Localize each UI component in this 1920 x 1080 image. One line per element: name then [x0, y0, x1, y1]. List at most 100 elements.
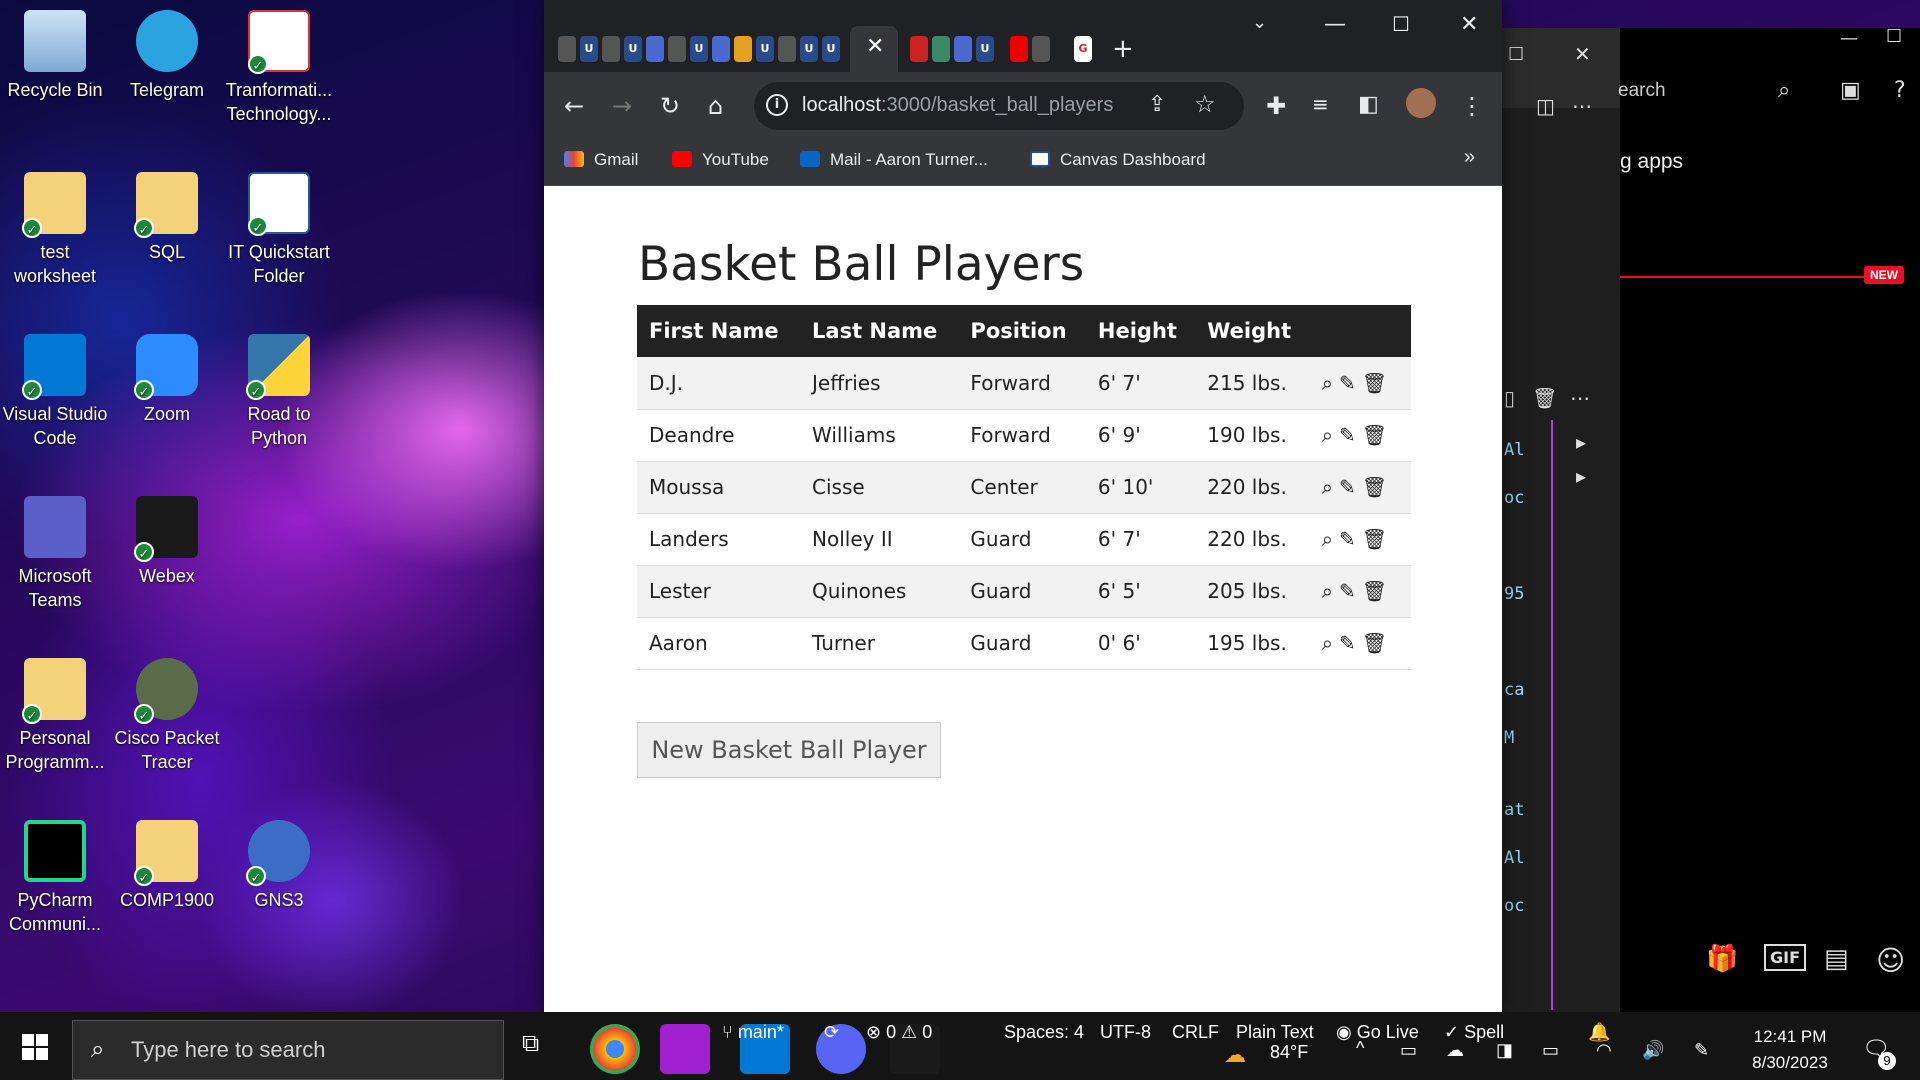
side-panel-icon[interactable]: ◧	[1358, 92, 1379, 117]
sync-icon[interactable]: ⟳	[824, 1022, 839, 1043]
delete-icon[interactable]: 🗑	[1362, 527, 1387, 551]
encoding-status[interactable]: UTF-8	[1100, 1022, 1151, 1043]
wifi-icon[interactable]: ◠	[1596, 1040, 1612, 1061]
show-icon[interactable]: ⌕	[1322, 475, 1333, 499]
desktop-icon-packet-tracer[interactable]: ✓ Cisco Packet Tracer	[112, 658, 222, 774]
weather-icon[interactable]: ☁	[1224, 1042, 1246, 1068]
tab[interactable]	[954, 36, 972, 62]
edit-icon[interactable]: ✎	[1339, 527, 1356, 551]
edit-icon[interactable]: ✎	[1339, 579, 1356, 603]
extensions-icon[interactable]: ✚	[1266, 92, 1286, 120]
desktop-icon-comp1900[interactable]: ✓ COMP1900	[112, 820, 222, 912]
problems-status[interactable]: ⊗ 0 ⚠ 0	[866, 1022, 932, 1043]
gift-icon[interactable]: 🎁	[1706, 944, 1738, 974]
desktop-icon-personal-programming[interactable]: ✓ Personal Programm...	[0, 658, 110, 774]
tab[interactable]	[602, 36, 620, 62]
search-icon[interactable]: ⌕	[1778, 78, 1790, 103]
close-tab-icon[interactable]: ✕	[866, 34, 884, 59]
file-explorer-taskbar-icon[interactable]	[660, 1024, 710, 1074]
battery-icon[interactable]: ▭	[1542, 1040, 1559, 1061]
task-view-icon[interactable]: ⧉	[522, 1030, 539, 1058]
tab[interactable]: U	[976, 36, 994, 62]
close-button[interactable]: ✕	[1460, 12, 1478, 37]
minimize-icon[interactable]: —	[1840, 28, 1858, 49]
share-icon[interactable]: ⇪	[1148, 92, 1166, 117]
close-icon[interactable]: ✕	[1574, 42, 1591, 66]
delete-icon[interactable]: 🗑	[1362, 631, 1387, 655]
tab[interactable]	[558, 36, 576, 62]
git-branch[interactable]: ⑂ main*	[722, 1022, 784, 1043]
terminal-chevron-icon[interactable]: ▸	[1576, 430, 1586, 454]
address-bar[interactable]: i localhost:3000/basket_ball_players ⇪ ☆	[754, 82, 1244, 130]
tab-active[interactable]: ✕	[850, 26, 898, 72]
tab[interactable]	[778, 36, 796, 62]
bookmark-star-icon[interactable]: ☆	[1194, 90, 1216, 118]
maximize-icon[interactable]: ☐	[1886, 26, 1902, 47]
minimize-button[interactable]: —	[1324, 12, 1346, 37]
tab[interactable]	[1010, 36, 1028, 62]
language-status[interactable]: Plain Text	[1236, 1022, 1314, 1043]
desktop-icon-teams[interactable]: Microsoft Teams	[0, 496, 110, 612]
more-icon[interactable]: ⋯	[1572, 94, 1592, 118]
split-editor-icon[interactable]: ◫	[1536, 94, 1555, 118]
bookmark-youtube[interactable]: YouTube	[672, 150, 769, 170]
restore-icon[interactable]: ☐	[1508, 44, 1524, 65]
terminal-chevron-icon[interactable]: ▸	[1576, 464, 1586, 488]
new-player-button[interactable]: New Basket Ball Player	[637, 722, 941, 778]
menu-icon[interactable]: ⋮	[1460, 92, 1484, 120]
reload-icon[interactable]: ↻	[660, 92, 680, 120]
show-icon[interactable]: ⌕	[1322, 527, 1333, 551]
bookmarks-overflow-icon[interactable]: »	[1464, 146, 1475, 169]
tab[interactable]	[646, 36, 664, 62]
tab[interactable]: U	[756, 36, 774, 62]
onedrive-icon[interactable]: ☁	[1446, 1040, 1464, 1061]
show-icon[interactable]: ⌕	[1322, 423, 1333, 447]
tab[interactable]	[910, 36, 928, 62]
home-icon[interactable]: ⌂	[708, 92, 723, 120]
tab[interactable]	[734, 36, 752, 62]
tab[interactable]: U	[624, 36, 642, 62]
tab[interactable]	[712, 36, 730, 62]
delete-icon[interactable]: 🗑	[1362, 371, 1387, 395]
edit-icon[interactable]: ✎	[1339, 631, 1356, 655]
tab[interactable]	[1032, 36, 1050, 62]
desktop-icon-webex[interactable]: ✓ Webex	[112, 496, 222, 588]
delete-icon[interactable]: 🗑	[1362, 423, 1387, 447]
back-icon[interactable]: ←	[564, 92, 584, 120]
edit-icon[interactable]: ✎	[1339, 475, 1356, 499]
new-tab-button[interactable]: +	[1112, 34, 1134, 64]
camera-icon[interactable]: ▭	[1400, 1040, 1417, 1061]
eol-status[interactable]: CRLF	[1172, 1022, 1219, 1043]
desktop-icon-vscode[interactable]: ✓ Visual Studio Code	[0, 334, 110, 450]
emoji-icon[interactable]: ☺	[1876, 944, 1905, 977]
desktop-icon-zoom[interactable]: ✓ Zoom	[112, 334, 222, 426]
help-icon[interactable]: ?	[1894, 78, 1906, 103]
tab[interactable]	[932, 36, 950, 62]
windows-start-icon[interactable]	[22, 1034, 48, 1060]
bg-search-label[interactable]: earch	[1618, 80, 1666, 102]
bookmark-mail[interactable]: Mail - Aaron Turner...	[800, 150, 988, 170]
delete-icon[interactable]: 🗑	[1362, 475, 1387, 499]
show-icon[interactable]: ⌕	[1322, 631, 1333, 655]
panel-more-icon[interactable]: ⋯	[1570, 386, 1590, 410]
spaces-status[interactable]: Spaces: 4	[1004, 1022, 1084, 1043]
sticker-icon[interactable]: ▤	[1824, 944, 1849, 974]
trash-icon[interactable]: 🗑	[1532, 386, 1557, 410]
tray-chevron-icon[interactable]: ^	[1356, 1038, 1364, 1059]
edit-icon[interactable]: ✎	[1339, 371, 1356, 395]
desktop-icon-recycle-bin[interactable]: Recycle Bin	[0, 10, 110, 102]
desktop-icon-it-quickstart[interactable]: ✓ IT Quickstart Folder	[224, 172, 334, 288]
tab[interactable]	[668, 36, 686, 62]
delete-icon[interactable]: 🗑	[1362, 579, 1387, 603]
show-icon[interactable]: ⌕	[1322, 579, 1333, 603]
panel-icon[interactable]: ▯	[1504, 386, 1515, 410]
reading-list-icon[interactable]: ≡	[1312, 92, 1329, 116]
show-icon[interactable]: ⌕	[1322, 371, 1333, 395]
desktop-icon-sql[interactable]: ✓ SQL	[112, 172, 222, 264]
tab[interactable]: U	[822, 36, 840, 62]
volume-icon[interactable]: 🔊	[1642, 1040, 1664, 1061]
site-info-icon[interactable]: i	[766, 94, 788, 116]
clock[interactable]: 12:41 PM 8/30/2023	[1740, 1024, 1840, 1076]
maximize-button[interactable]: ☐	[1392, 12, 1410, 36]
tab[interactable]: U	[580, 36, 598, 62]
